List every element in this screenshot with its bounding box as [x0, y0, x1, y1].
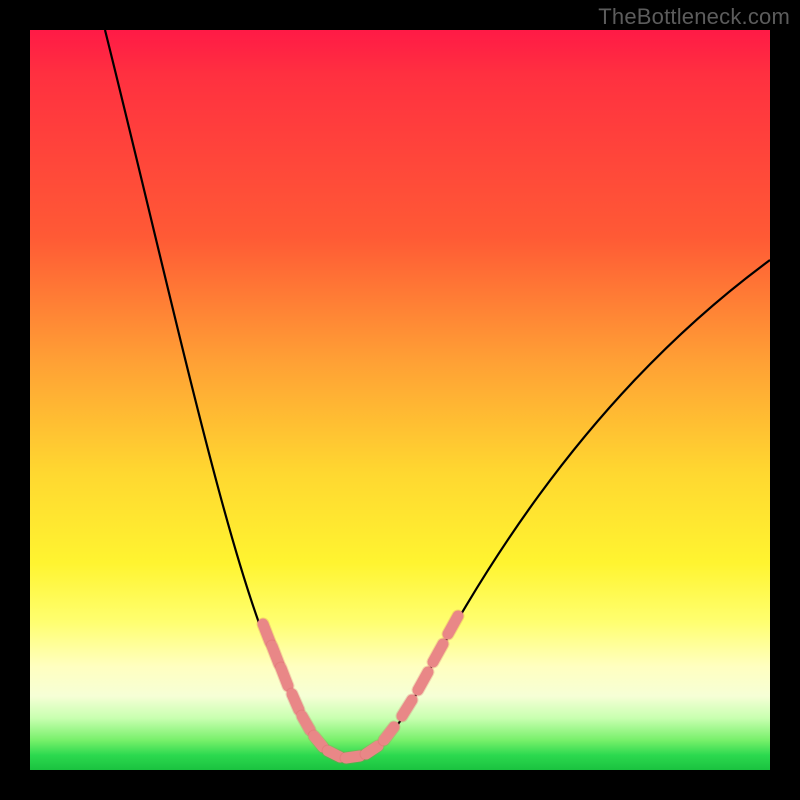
- curve-marker: [281, 668, 288, 686]
- curve-marker: [366, 746, 378, 754]
- curve-marker: [263, 624, 270, 642]
- curve-marker: [292, 694, 299, 710]
- curve-marker: [272, 646, 279, 664]
- curve-marker: [328, 751, 340, 757]
- plot-area: [30, 30, 770, 770]
- outer-frame: TheBottleneck.com: [0, 0, 800, 800]
- watermark-text: TheBottleneck.com: [598, 4, 790, 30]
- curve-markers: [263, 616, 458, 758]
- curve-marker: [302, 716, 310, 730]
- curve-marker: [346, 756, 360, 758]
- bottleneck-chart: [30, 30, 770, 770]
- curve-marker: [314, 736, 323, 747]
